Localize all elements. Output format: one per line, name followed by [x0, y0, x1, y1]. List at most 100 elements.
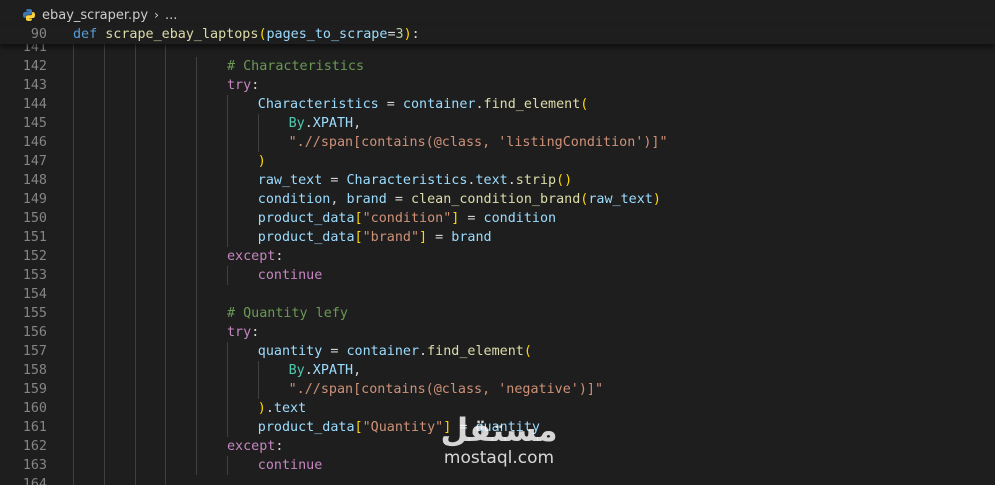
code-line[interactable]: 147) — [0, 152, 995, 171]
code-text[interactable]: ".//span[contains(@class, 'listingCondit… — [289, 133, 668, 152]
code-token: [ — [354, 230, 363, 245]
indent-guide — [196, 342, 198, 361]
code-token: brand — [346, 192, 387, 207]
indent-guide — [165, 475, 167, 485]
line-number: 164 — [22, 477, 47, 485]
code-line[interactable]: 142 # Characteristics — [0, 57, 995, 76]
code-line[interactable]: 158 By.XPATH, — [0, 361, 995, 380]
code-line[interactable]: 159 ".//span[contains(@class, 'negative')… — [0, 380, 995, 399]
indent-guide — [165, 76, 167, 95]
indent-guide — [73, 133, 74, 152]
code-text[interactable]: # Quantity lefy — [227, 304, 348, 323]
line-number: 90 — [30, 27, 47, 42]
code-token: pages_to_scrape — [266, 27, 388, 42]
code-line[interactable]: 154 — [0, 285, 995, 304]
indent-guide — [227, 380, 228, 399]
code-token: ( — [580, 97, 589, 112]
sticky-scroll-code-line[interactable]: def scrape_ebay_laptops(pages_to_scrape=… — [73, 25, 420, 44]
indent-guide — [134, 475, 136, 485]
indent-guide — [165, 266, 167, 285]
code-text[interactable]: quantity = container.find_element( — [258, 342, 532, 361]
code-token: = — [387, 27, 396, 42]
indent-guide — [73, 304, 74, 323]
code-token: XPATH — [312, 116, 354, 131]
code-text[interactable]: continue — [258, 456, 323, 475]
code-token: Characteristics — [257, 97, 379, 112]
code-line[interactable]: 144 Characteristics = container.find_elem… — [0, 95, 995, 114]
code-line[interactable]: 146 ".//span[contains(@class, 'listingCon… — [0, 133, 995, 152]
code-line[interactable]: 151 product_data["brand"] = brand — [0, 228, 995, 247]
code-token: = — [386, 192, 411, 207]
code-text[interactable]: product_data["condition"] = condition — [258, 209, 556, 228]
code-token: def — [73, 27, 98, 42]
indent-guide — [134, 323, 136, 342]
code-text[interactable]: # Characteristics — [227, 57, 364, 76]
code-line[interactable]: 155 # Quantity lefy — [0, 304, 995, 323]
code-text[interactable]: Characteristics = container.find_element… — [258, 95, 589, 114]
code-text[interactable]: try: — [227, 76, 259, 95]
indent-guide — [227, 266, 228, 285]
code-text[interactable]: continue — [258, 266, 323, 285]
code-text[interactable]: ".//span[contains(@class, 'negative')]" — [289, 380, 603, 399]
indent-guide — [134, 342, 136, 361]
code-token: try — [227, 325, 252, 340]
indent-guide — [73, 323, 74, 342]
indent-guide — [134, 437, 136, 456]
indent-guide — [196, 114, 198, 133]
indent-guide — [73, 380, 74, 399]
code-text[interactable]: raw_text = Characteristics.text.strip() — [258, 171, 572, 190]
code-line[interactable]: 157 quantity = container.find_element( — [0, 342, 995, 361]
indent-guide — [227, 456, 228, 475]
line-number: 159 — [22, 382, 47, 397]
indent-guide — [73, 285, 74, 304]
indent-guide — [227, 399, 228, 418]
breadcrumb-file-name[interactable]: ebay_scraper.py — [42, 8, 148, 23]
code-line[interactable]: 149 condition, brand = clean_condition_br… — [0, 190, 995, 209]
indent-guide — [103, 133, 105, 152]
indent-guide — [227, 190, 228, 209]
code-text[interactable]: By.XPATH, — [289, 361, 362, 380]
code-text[interactable]: ).text — [258, 399, 306, 418]
indent-guide — [196, 285, 198, 304]
breadcrumb-symbol-more[interactable]: ... — [165, 8, 177, 23]
code-text[interactable]: except: — [227, 437, 283, 456]
code-token: ( — [258, 27, 267, 42]
code-line[interactable]: 150 product_data["condition"] = condition — [0, 209, 995, 228]
code-text[interactable]: By.XPATH, — [289, 114, 362, 133]
indent-guide — [257, 133, 259, 152]
code-text[interactable]: try: — [227, 323, 259, 342]
watermark-logo: مستقل mostaql.com — [434, 412, 564, 478]
code-token: , — [330, 192, 347, 207]
code-line[interactable]: 145 By.XPATH, — [0, 114, 995, 133]
sticky-scroll-header[interactable]: 90 def scrape_ebay_laptops(pages_to_scra… — [0, 25, 995, 44]
indent-guide — [103, 380, 105, 399]
code-line[interactable]: 153 continue — [0, 266, 995, 285]
code-text[interactable]: condition, brand = clean_condition_brand… — [258, 190, 661, 209]
indent-guide — [103, 418, 105, 437]
indent-guide — [103, 114, 105, 133]
code-line[interactable]: 143 try: — [0, 76, 995, 95]
indent-guide — [165, 456, 167, 475]
code-text[interactable]: except: — [227, 247, 283, 266]
code-line[interactable]: 152 except: — [0, 247, 995, 266]
indent-guide — [103, 190, 105, 209]
indent-guide — [73, 76, 74, 95]
code-line[interactable]: 156 try: — [0, 323, 995, 342]
code-text[interactable]: ) — [258, 152, 266, 171]
indent-guide — [165, 304, 167, 323]
code-token: product_data — [257, 420, 355, 435]
code-token: : — [251, 325, 260, 340]
indent-guide — [134, 399, 136, 418]
code-token: quantity — [257, 344, 323, 359]
code-line[interactable]: 148 raw_text = Characteristics.text.strip… — [0, 171, 995, 190]
code-token: "brand" — [362, 230, 420, 245]
line-number: 155 — [22, 306, 47, 321]
code-token: , — [353, 363, 362, 378]
code-token: scrape_ebay_laptops — [105, 27, 259, 42]
code-token: brand — [451, 230, 492, 245]
indent-guide — [227, 171, 228, 190]
indent-guide — [165, 114, 167, 133]
code-text[interactable]: product_data["brand"] = brand — [258, 228, 492, 247]
code-token: ) — [257, 401, 266, 416]
indent-guide — [165, 285, 167, 304]
